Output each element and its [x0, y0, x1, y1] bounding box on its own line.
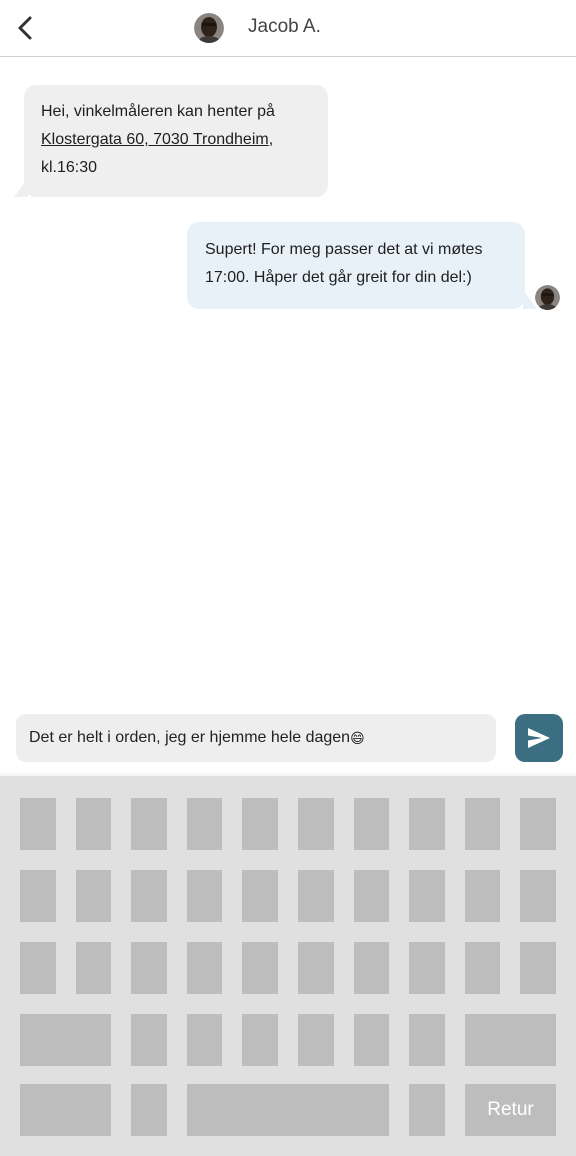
send-icon [528, 728, 550, 748]
return-key-label: Retur [487, 1099, 534, 1120]
keyboard-key[interactable] [242, 942, 278, 994]
keyboard-key[interactable] [20, 942, 56, 994]
keyboard-key[interactable] [298, 942, 334, 994]
keyboard-key[interactable] [465, 870, 500, 922]
outgoing-message-bubble: Supert! For meg passer det at vi møtes 1… [187, 222, 525, 309]
keyboard-key[interactable] [187, 870, 222, 922]
keyboard-key[interactable] [242, 870, 278, 922]
keyboard-key[interactable] [76, 870, 111, 922]
message-line: Hei, vinkelmåleren kan henter på [41, 98, 312, 126]
space-key[interactable] [187, 1084, 389, 1136]
keyboard-key[interactable] [131, 798, 167, 850]
keyboard-key[interactable] [409, 942, 445, 994]
message-text: Hei, vinkelmåleren kan henter på [41, 103, 275, 120]
message-line: Supert! For meg passer det at vi møtes [205, 241, 483, 258]
keyboard-key[interactable] [409, 1014, 445, 1066]
keyboard-key[interactable] [131, 1084, 167, 1136]
backspace-key[interactable] [465, 1014, 556, 1066]
keyboard-key[interactable] [298, 1014, 334, 1066]
send-button[interactable] [515, 714, 563, 762]
keyboard-key[interactable] [520, 798, 556, 850]
return-key[interactable]: Retur [465, 1084, 556, 1136]
keyboard-key[interactable] [242, 798, 278, 850]
keyboard-key[interactable] [131, 942, 167, 994]
keyboard-key[interactable] [409, 870, 445, 922]
keyboard-key[interactable] [20, 870, 56, 922]
shift-key[interactable] [20, 1014, 111, 1066]
message-line: kl.16:30 [41, 159, 98, 176]
on-screen-keyboard: Retur [0, 776, 576, 1156]
keyboard-key[interactable] [520, 870, 556, 922]
keyboard-key[interactable] [76, 942, 111, 994]
message-avatar [535, 285, 560, 310]
incoming-message-bubble: Hei, vinkelmåleren kan henter på Kloster… [24, 85, 328, 197]
keyboard-key[interactable] [187, 1014, 222, 1066]
numbers-key[interactable] [20, 1084, 111, 1136]
keyboard-key[interactable] [242, 1014, 278, 1066]
chat-header: Jacob A. [0, 0, 576, 57]
keyboard-key[interactable] [465, 942, 500, 994]
keyboard-key[interactable] [131, 1014, 167, 1066]
contact-name: Jacob A. [248, 16, 321, 37]
contact-avatar[interactable] [194, 13, 224, 43]
keyboard-key[interactable] [298, 870, 334, 922]
keyboard-key[interactable] [465, 798, 500, 850]
keyboard-key[interactable] [354, 942, 389, 994]
keyboard-key[interactable] [354, 870, 389, 922]
keyboard-key[interactable] [76, 798, 111, 850]
keyboard-key[interactable] [298, 798, 334, 850]
keyboard-key[interactable] [131, 870, 167, 922]
keyboard-key[interactable] [409, 798, 445, 850]
chevron-left-icon [18, 16, 32, 40]
address-link[interactable]: Klostergata 60, 7030 Trondheim [41, 131, 269, 148]
incoming-bubble-tail [14, 178, 28, 197]
keyboard-key[interactable] [520, 942, 556, 994]
back-button[interactable] [10, 10, 40, 46]
message-text: , [268, 131, 274, 148]
keyboard-key[interactable] [354, 1014, 389, 1066]
keyboard-key[interactable] [20, 798, 56, 850]
keyboard-key[interactable] [354, 798, 389, 850]
message-line: 17:00. Håper det går greit for din del:) [205, 269, 472, 286]
draft-text: Det er helt i orden, jeg er hjemme hele … [29, 729, 351, 746]
keyboard-key[interactable] [409, 1084, 445, 1136]
message-line: Klostergata 60, 7030 Trondheim, [41, 126, 312, 154]
keyboard-key[interactable] [187, 798, 222, 850]
smile-emoji: 😄 [350, 729, 365, 746]
message-input[interactable]: Det er helt i orden, jeg er hjemme hele … [16, 714, 496, 762]
keyboard-key[interactable] [187, 942, 222, 994]
